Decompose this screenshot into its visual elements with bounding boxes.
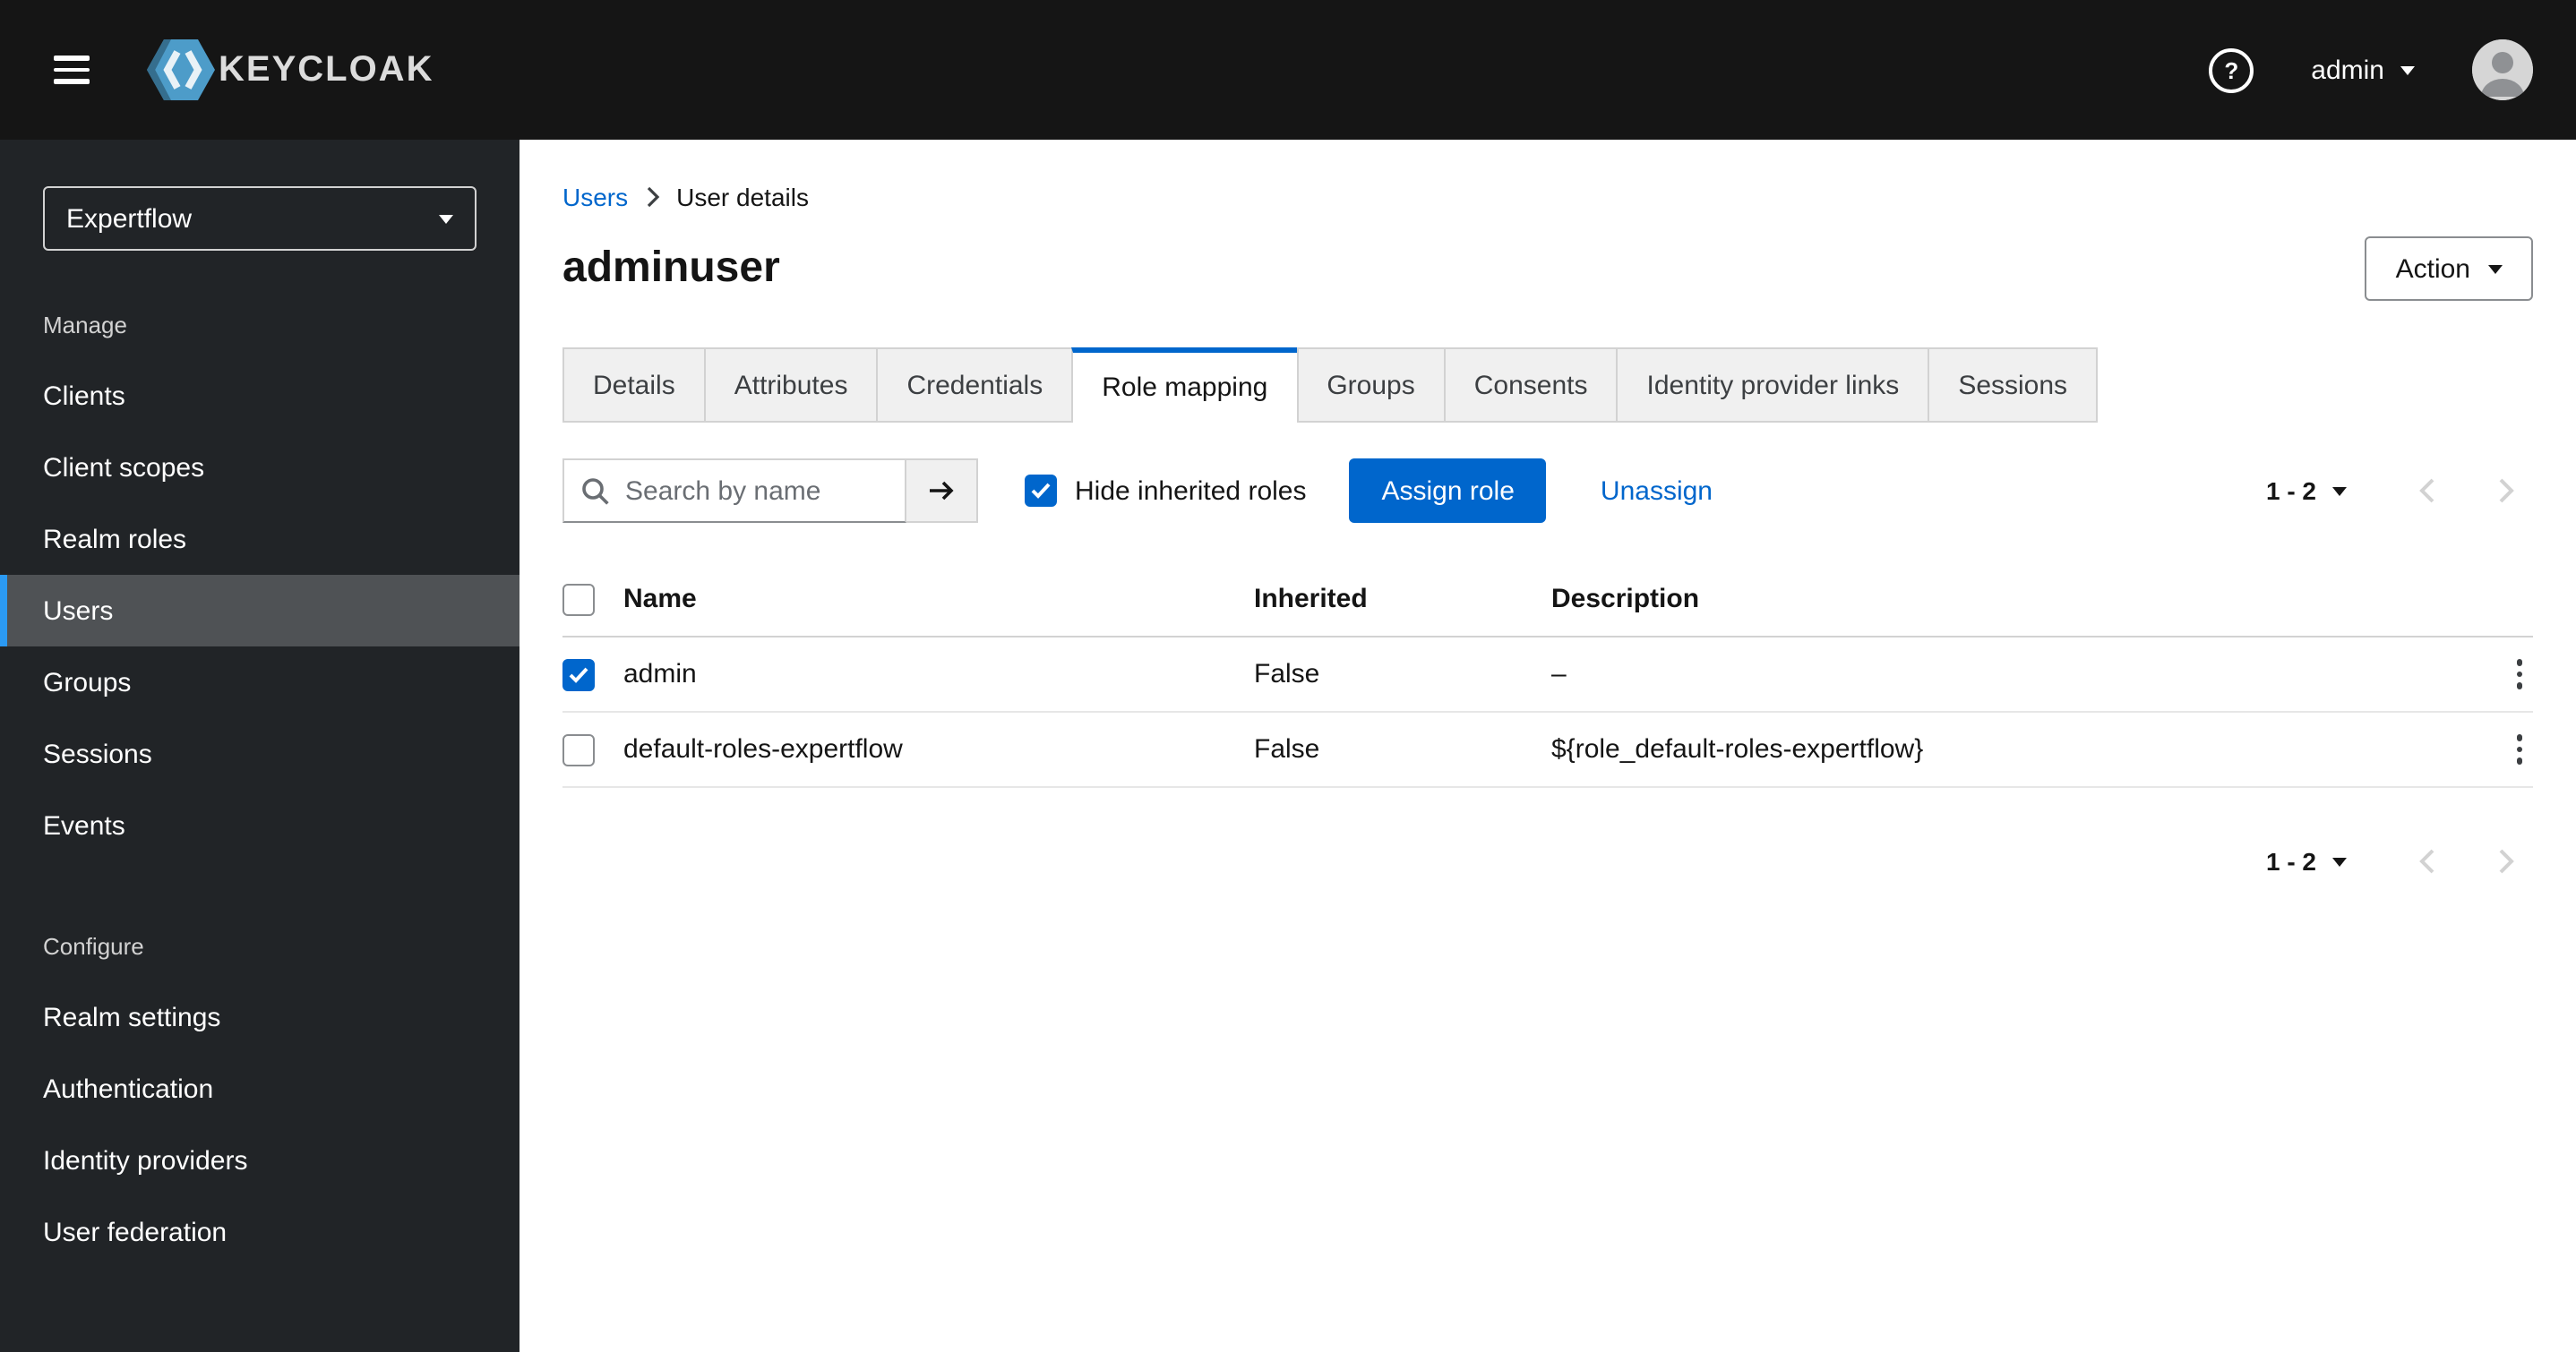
tab-details[interactable]: Details: [562, 347, 706, 423]
sidebar-item-identity-providers[interactable]: Identity providers: [0, 1125, 519, 1196]
pagination-bottom: 1 - 2: [2266, 834, 2533, 888]
sidebar-item-user-federation[interactable]: User federation: [0, 1196, 519, 1268]
breadcrumb: Users User details: [562, 183, 2533, 211]
sidebar-item-groups[interactable]: Groups: [0, 646, 519, 718]
chevron-right-icon: [644, 186, 660, 208]
role-description: –: [1551, 659, 1567, 689]
column-header-inherited: Inherited: [1254, 584, 1368, 614]
sidebar-item-sessions[interactable]: Sessions: [0, 718, 519, 790]
brand-text: KEYCLOAK: [219, 49, 434, 89]
sidebar-item-realm-settings[interactable]: Realm settings: [0, 981, 519, 1053]
pagination-top: 1 - 2: [2266, 464, 2533, 518]
tab-identity-provider-links[interactable]: Identity provider links: [1616, 347, 1930, 423]
row-checkbox[interactable]: [562, 658, 595, 690]
arrow-right-icon: [930, 481, 954, 501]
select-all-checkbox[interactable]: [562, 583, 595, 615]
chevron-down-icon: [439, 214, 453, 223]
table-header-row: Name Inherited Description: [562, 562, 2533, 637]
sidebar-item-clients[interactable]: Clients: [0, 360, 519, 432]
menu-toggle-icon[interactable]: [43, 46, 100, 95]
role-description: ${role_default-roles-expertflow}: [1551, 734, 1924, 765]
unassign-link[interactable]: Unassign: [1601, 475, 1713, 506]
row-checkbox[interactable]: [562, 733, 595, 766]
masthead: KEYCLOAK ? admin: [0, 0, 2576, 140]
sidebar-item-authentication[interactable]: Authentication: [0, 1053, 519, 1125]
check-icon: [569, 666, 588, 682]
hide-inherited-roles-toggle[interactable]: Hide inherited roles: [1025, 475, 1307, 507]
keycloak-logo-icon: [147, 39, 215, 100]
sidebar-item-client-scopes[interactable]: Client scopes: [0, 432, 519, 503]
pagination-range-toggle[interactable]: 1 - 2: [2266, 476, 2347, 505]
realm-selector-label: Expertflow: [66, 203, 193, 234]
search-input[interactable]: [562, 458, 906, 523]
avatar-person-icon: [2472, 39, 2533, 100]
user-menu-label: admin: [2311, 55, 2384, 85]
chevron-down-icon: [2400, 65, 2415, 74]
search-submit-button[interactable]: [906, 458, 978, 523]
pagination-range-toggle[interactable]: 1 - 2: [2266, 847, 2347, 876]
row-kebab-menu-icon[interactable]: [2505, 724, 2533, 775]
column-header-name: Name: [623, 584, 697, 614]
search-icon: [582, 478, 609, 505]
action-dropdown-button[interactable]: Action: [2365, 236, 2533, 301]
nav-section-manage: Manage Clients Client scopes Realm roles…: [0, 312, 519, 861]
table-row: default-roles-expertflow False ${role_de…: [562, 713, 2533, 788]
previous-page-button[interactable]: [2400, 464, 2454, 518]
sidebar: Expertflow Manage Clients Client scopes …: [0, 140, 519, 1352]
app: KEYCLOAK ? admin Expertflow Manage Clien…: [0, 0, 2576, 1352]
hide-inherited-checkbox[interactable]: [1025, 475, 1057, 507]
hide-inherited-label: Hide inherited roles: [1075, 475, 1307, 506]
avatar[interactable]: [2472, 39, 2533, 100]
sidebar-item-users[interactable]: Users: [0, 575, 519, 646]
tab-bar: Details Attributes Credentials Role mapp…: [562, 347, 2533, 423]
user-menu[interactable]: admin: [2300, 53, 2426, 87]
check-icon: [1031, 483, 1051, 499]
keycloak-logo: KEYCLOAK: [147, 39, 434, 100]
role-inherited: False: [1254, 659, 1320, 689]
nav-section-title-manage: Manage: [43, 312, 127, 338]
chevron-right-icon: [2499, 478, 2514, 503]
main-content: Users User details adminuser Action Deta…: [519, 140, 2576, 1352]
breadcrumb-link-users[interactable]: Users: [562, 183, 628, 211]
table-row: admin False –: [562, 637, 2533, 713]
sidebar-item-realm-roles[interactable]: Realm roles: [0, 503, 519, 575]
masthead-right: ? admin: [2209, 39, 2533, 100]
column-header-description: Description: [1551, 584, 1700, 614]
chevron-left-icon: [2419, 478, 2434, 503]
row-kebab-menu-icon[interactable]: [2505, 649, 2533, 700]
tab-sessions[interactable]: Sessions: [1928, 347, 2099, 423]
help-icon[interactable]: ?: [2209, 47, 2254, 92]
toolbar: Hide inherited roles Assign role Unassig…: [562, 458, 2533, 523]
tab-consents[interactable]: Consents: [1443, 347, 1619, 423]
nav-section-title-configure: Configure: [43, 933, 144, 960]
role-inherited: False: [1254, 734, 1320, 765]
role-name: admin: [623, 659, 697, 689]
previous-page-button[interactable]: [2400, 834, 2454, 888]
chevron-right-icon: [2499, 849, 2514, 874]
tab-credentials[interactable]: Credentials: [876, 347, 1074, 423]
chevron-down-icon: [2488, 264, 2503, 273]
page-title: adminuser: [562, 244, 780, 292]
tab-attributes[interactable]: Attributes: [703, 347, 879, 423]
pagination-bottom-row: 1 - 2: [562, 834, 2533, 888]
search-group: [562, 458, 978, 523]
nav-section-configure: Configure Realm settings Authentication …: [0, 933, 519, 1268]
sidebar-item-events[interactable]: Events: [0, 790, 519, 861]
chevron-left-icon: [2419, 849, 2434, 874]
tab-groups[interactable]: Groups: [1296, 347, 1446, 423]
action-dropdown-label: Action: [2395, 253, 2470, 284]
breadcrumb-current: User details: [676, 183, 809, 211]
title-row: adminuser Action: [562, 236, 2533, 301]
role-mapping-table: Name Inherited Description admin False –: [562, 562, 2533, 788]
chevron-down-icon: [2332, 486, 2347, 495]
pagination-range: 1 - 2: [2265, 476, 2316, 505]
pagination-range: 1 - 2: [2265, 847, 2316, 876]
next-page-button[interactable]: [2479, 464, 2533, 518]
next-page-button[interactable]: [2479, 834, 2533, 888]
realm-selector[interactable]: Expertflow: [43, 186, 477, 251]
assign-role-button[interactable]: Assign role: [1349, 458, 1547, 523]
tab-role-mapping[interactable]: Role mapping: [1071, 347, 1299, 423]
role-name: default-roles-expertflow: [623, 734, 903, 765]
chevron-down-icon: [2332, 857, 2347, 866]
